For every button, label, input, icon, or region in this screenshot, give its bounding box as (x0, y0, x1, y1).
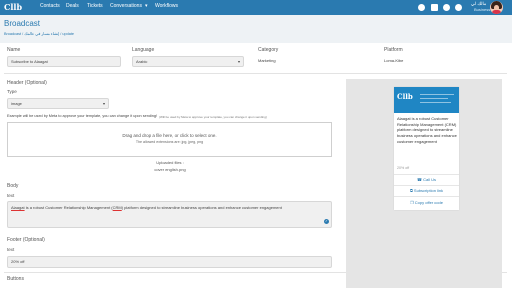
preview-subscription-button[interactable]: ⧉ Subscription link (394, 188, 459, 193)
uploaded-files-label: Uploaded files : (156, 160, 184, 165)
app-logo[interactable]: Cllb (4, 2, 26, 13)
chevron-down-icon[interactable]: ▾ (145, 3, 148, 9)
help-icon[interactable] (443, 4, 450, 11)
grammar-check-icon[interactable]: ✓ (324, 219, 329, 224)
category-value: Marketing (258, 58, 276, 63)
settings-icon[interactable] (431, 4, 438, 11)
dropzone-extensions: The allowed extensions are: jpg, jpeg, p… (135, 140, 204, 144)
body-text-part2: ) platform designed to streamline busine… (121, 205, 282, 210)
nav-link-conversations[interactable]: Conversations (110, 3, 142, 9)
preview-logo: Cllb (397, 92, 413, 101)
header-type-value: image (11, 101, 22, 106)
dropzone-text: Drag and drop a file here, or click to s… (122, 133, 217, 138)
body-text-label: text (7, 193, 15, 198)
nav-link-tickets[interactable]: Tickets (87, 3, 103, 9)
preview-subscription-label: Subscription link (413, 188, 444, 193)
header-type-label: Type (7, 89, 17, 94)
uploaded-file-name[interactable]: cover english.png (120, 167, 220, 172)
body-textarea[interactable]: Alaagat is a robust Customer Relationshi… (7, 201, 332, 228)
preview-copy-button[interactable]: ❐ Copy offer code (394, 200, 459, 205)
user-role: Business (474, 7, 491, 12)
avatar[interactable] (490, 1, 503, 14)
message-preview-card: Cllb Alaagat is a robust Customer Relati… (394, 87, 459, 210)
chat-icon[interactable] (418, 4, 425, 11)
platform-value: Loma-Kibe (384, 58, 404, 63)
page-title: Broadcast (4, 19, 41, 28)
file-dropzone[interactable]: Drag and drop a file here, or click to s… (7, 122, 332, 157)
footer-section-label: Footer (Optional) (7, 237, 45, 243)
preview-body-text: Alaagat is a robust Customer Relationshi… (397, 116, 457, 144)
chevron-down-icon: ▾ (237, 59, 240, 64)
top-navbar: Cllb Contacts Deals Tickets Conversation… (0, 0, 512, 15)
nav-link-contacts[interactable]: Contacts (40, 3, 60, 9)
preview-header-image: Cllb (394, 87, 459, 113)
name-field-value: Subscribe to Alaagat (11, 59, 48, 64)
body-text-part1: is a robust Customer Relationship Manage… (24, 205, 113, 210)
header-section-label: Header (Optional) (7, 80, 47, 86)
logo-text: Cllb (4, 2, 23, 12)
footer-input[interactable]: 20% off (7, 256, 332, 268)
preview-footer-text: 20% off (397, 166, 410, 170)
nav-link-deals[interactable]: Deals (66, 3, 79, 9)
body-section-label: Body (7, 183, 19, 189)
name-label: Name (7, 47, 21, 53)
preview-call-label: Call Us (423, 177, 436, 182)
header-help-text: Example will be used by Meta to approve … (7, 114, 158, 118)
language-select-value: Arabic (136, 59, 148, 64)
nav-link-workflows[interactable]: Workflows (155, 3, 178, 9)
buttons-section-label: Buttons (7, 276, 24, 282)
footer-input-value: 20% off (11, 259, 25, 264)
preview-call-button[interactable]: ☎ Call Us (394, 177, 459, 182)
divider (4, 73, 507, 74)
name-field[interactable]: Subscribe to Alaagat (7, 56, 121, 67)
header-help-text-small: (Will be used by Meta to approve your te… (159, 114, 267, 119)
breadcrumb[interactable]: Broadcast / إنشاء مسار في عالمك / update (4, 31, 74, 36)
footer-text-label: text (7, 247, 15, 252)
body-crm-word: CRM (112, 205, 122, 210)
chevron-down-icon: ▾ (102, 101, 105, 106)
page-header (0, 15, 512, 43)
preview-copy-label: Copy offer code (414, 200, 443, 205)
header-type-select[interactable]: image ▾ (7, 98, 109, 109)
category-label: Category (258, 47, 279, 53)
language-select[interactable]: Arabic ▾ (132, 56, 244, 67)
platform-label: Platform (384, 47, 403, 53)
language-label: Language (132, 47, 155, 53)
body-link-word: Alaagat (11, 205, 25, 210)
notifications-icon[interactable] (455, 4, 462, 11)
